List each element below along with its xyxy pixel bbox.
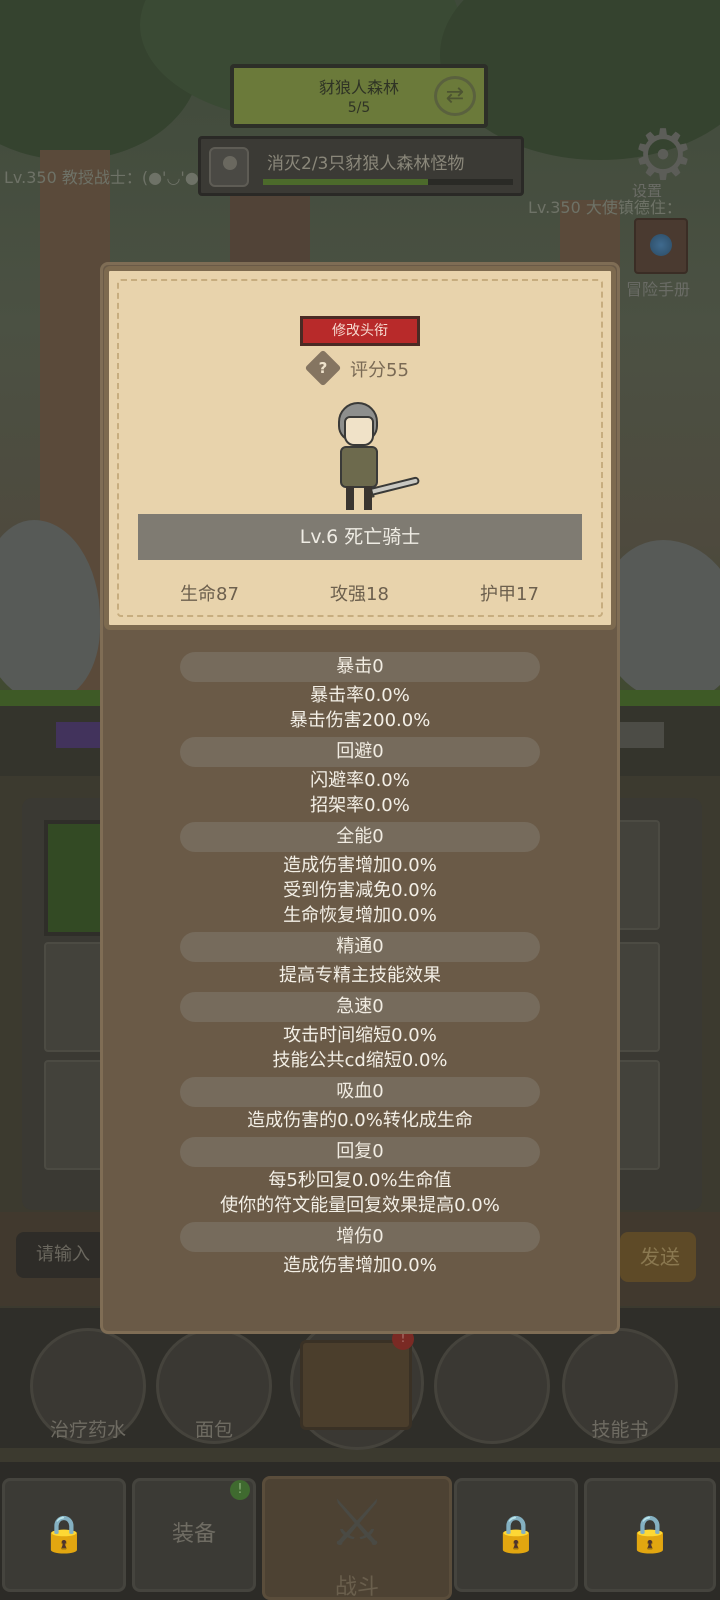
stat-line: 造成伤害的0.0%转化成生命 [247,1110,473,1131]
edit-title-button[interactable]: 修改头衔 [300,316,420,346]
quest-title-box[interactable]: 豺狼人森林 5/5 ⇄ [230,64,488,128]
adventure-manual-button[interactable]: 冒险手册 [626,218,696,299]
manual-label: 冒险手册 [626,280,691,299]
tab-battle[interactable]: ⚔ 战斗 [262,1476,452,1600]
score-label: 评分55 [350,360,409,381]
stat-header-damage-bonus: 增伤0 [180,1222,540,1252]
chest-icon [300,1340,412,1430]
attack-power-stat: 攻强18 [330,584,389,605]
stat-line: 招架率0.0% [310,795,410,816]
task-avatar-icon [209,147,249,187]
equipment-badge: ! [230,1480,250,1500]
settings-label: 设置 [632,182,663,200]
lock-icon[interactable] [434,1328,550,1444]
stat-line: 每5秒回复0.0%生命值 [268,1170,452,1191]
stat-header-versatility: 全能0 [180,822,540,852]
lock-icon: 🔒 [627,1514,673,1555]
hp-stat: 生命87 [180,584,239,605]
item-label: 面包 [194,1419,233,1441]
crossed-swords-icon: ⚔ [328,1487,386,1561]
character-name-bar: Lv.6 死亡骑士 [138,514,582,560]
stat-line: 提高专精主技能效果 [279,965,441,986]
help-icon[interactable]: ? [304,349,342,387]
book-icon [634,218,688,274]
stat-header-haste: 急速0 [180,992,540,1022]
item-label: 治疗药水 [49,1419,126,1441]
tab-label: 战斗 [334,1575,379,1600]
stat-line: 技能公共cd缩短0.0% [272,1050,448,1071]
stat-line: 攻击时间缩短0.0% [283,1025,437,1046]
stat-header-lifesteal: 吸血0 [180,1077,540,1107]
stat-header-regen: 回复0 [180,1137,540,1167]
lock-icon: 🔒 [41,1514,87,1555]
stat-header-mastery: 精通0 [180,932,540,962]
stat-line: 暴击伤害200.0% [289,710,431,731]
stat-line: 生命恢复增加0.0% [283,905,437,926]
stat-line: 暴击率0.0% [310,685,410,706]
task-bar[interactable]: 消灭2/3只豺狼人森林怪物 [198,136,524,196]
tab-locked[interactable]: 🔒 [454,1478,578,1592]
chat-input[interactable]: 请输入 [16,1232,106,1278]
lock-icon: 🔒 [493,1514,539,1555]
tab-locked[interactable]: 🔒 [2,1478,126,1592]
send-button[interactable]: 发送 [620,1232,696,1282]
item-label: 技能书 [591,1419,649,1441]
stat-header-avoidance: 回避0 [180,737,540,767]
stat-header-crit: 暴击0 [180,652,540,682]
settings-button[interactable]: ⚙ 设置 [626,118,700,200]
armor-stat: 护甲17 [480,584,539,605]
character-sprite [330,402,421,514]
stat-line: 造成伤害增加0.0% [283,855,437,876]
stat-line: 使你的符文能量回复效果提高0.0% [220,1195,500,1216]
left-player-label: Lv.350 教授战士：(●'◡'● [4,168,199,187]
task-text: 消灭2/3只豺狼人森林怪物 [267,154,465,174]
stat-line: 造成伤害增加0.0% [283,1255,437,1276]
stat-line: 受到伤害减免0.0% [283,880,437,901]
tab-locked[interactable]: 🔒 [584,1478,716,1592]
stat-line: 闪避率0.0% [310,770,410,791]
purple-bar [56,722,106,748]
task-progress-bar [263,179,513,185]
swap-icon[interactable]: ⇄ [434,76,476,116]
